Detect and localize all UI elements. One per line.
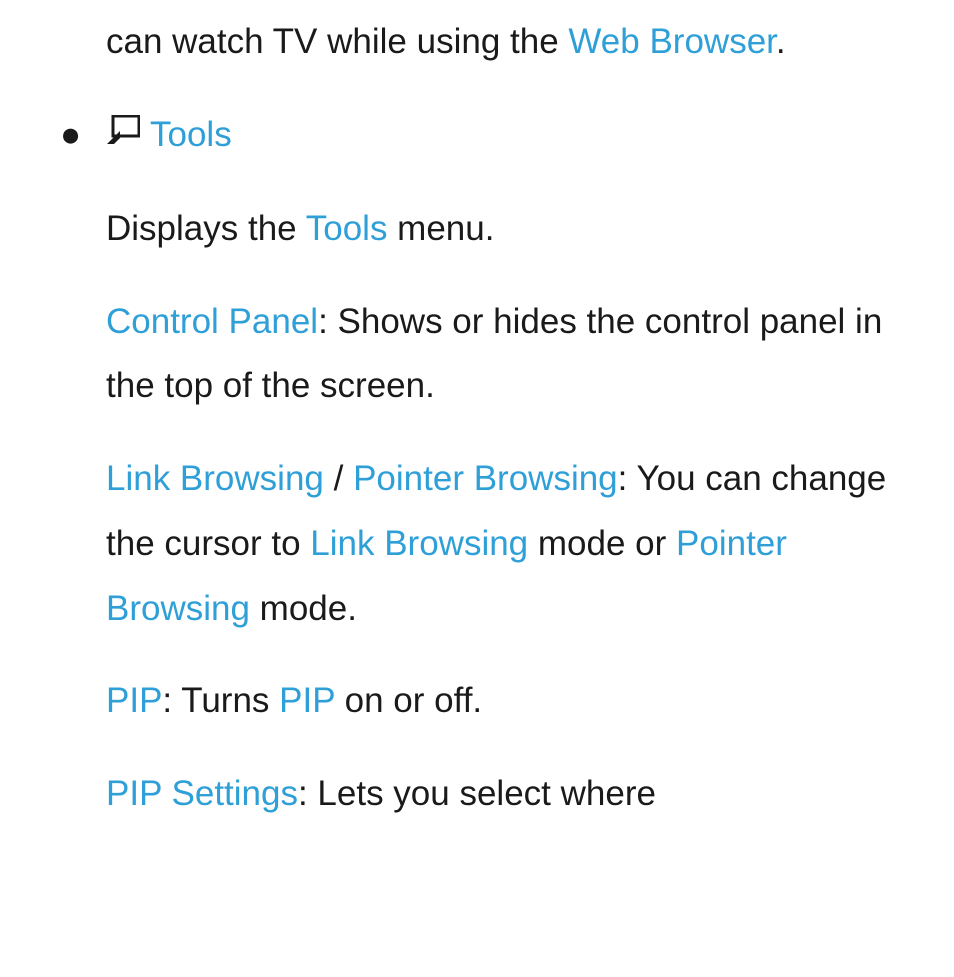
intro-text-post: . [776, 22, 786, 61]
tools-bullet-item: ● Tools [60, 103, 934, 169]
browsing-description: Link Browsing / Pointer Browsing: You ca… [106, 447, 934, 641]
pip-term-2: PIP [279, 681, 335, 720]
text: menu. [387, 209, 494, 248]
bullet-marker: ● [60, 103, 81, 168]
web-browser-term: Web Browser [568, 22, 776, 61]
control-panel-description: Control Panel: Shows or hides the contro… [106, 290, 934, 420]
tools-description: Displays the Tools menu. [106, 197, 934, 262]
text: Displays the [106, 209, 306, 248]
pip-term: PIP [106, 681, 162, 720]
link-browsing-term-2: Link Browsing [310, 524, 528, 563]
tools-term: Tools [306, 209, 388, 248]
text: : Turns [162, 681, 279, 720]
text: mode or [528, 524, 676, 563]
document-page: can watch TV while using the Web Browser… [0, 0, 954, 827]
pointer-browsing-term: Pointer Browsing [353, 459, 618, 498]
pip-description: PIP: Turns PIP on or off. [106, 669, 934, 734]
intro-text-pre: can watch TV while using the [106, 22, 568, 61]
text: : Lets you select where [298, 774, 656, 813]
tools-heading: Tools [150, 115, 232, 154]
pip-settings-description: PIP Settings: Lets you select where [106, 762, 934, 827]
separator: / [324, 459, 353, 498]
text: on or off. [335, 681, 482, 720]
pip-settings-term: PIP Settings [106, 774, 298, 813]
text: mode. [250, 589, 357, 628]
control-panel-term: Control Panel [106, 302, 318, 341]
link-browsing-term: Link Browsing [106, 459, 324, 498]
tools-icon [106, 102, 140, 167]
intro-paragraph: can watch TV while using the Web Browser… [106, 10, 934, 75]
